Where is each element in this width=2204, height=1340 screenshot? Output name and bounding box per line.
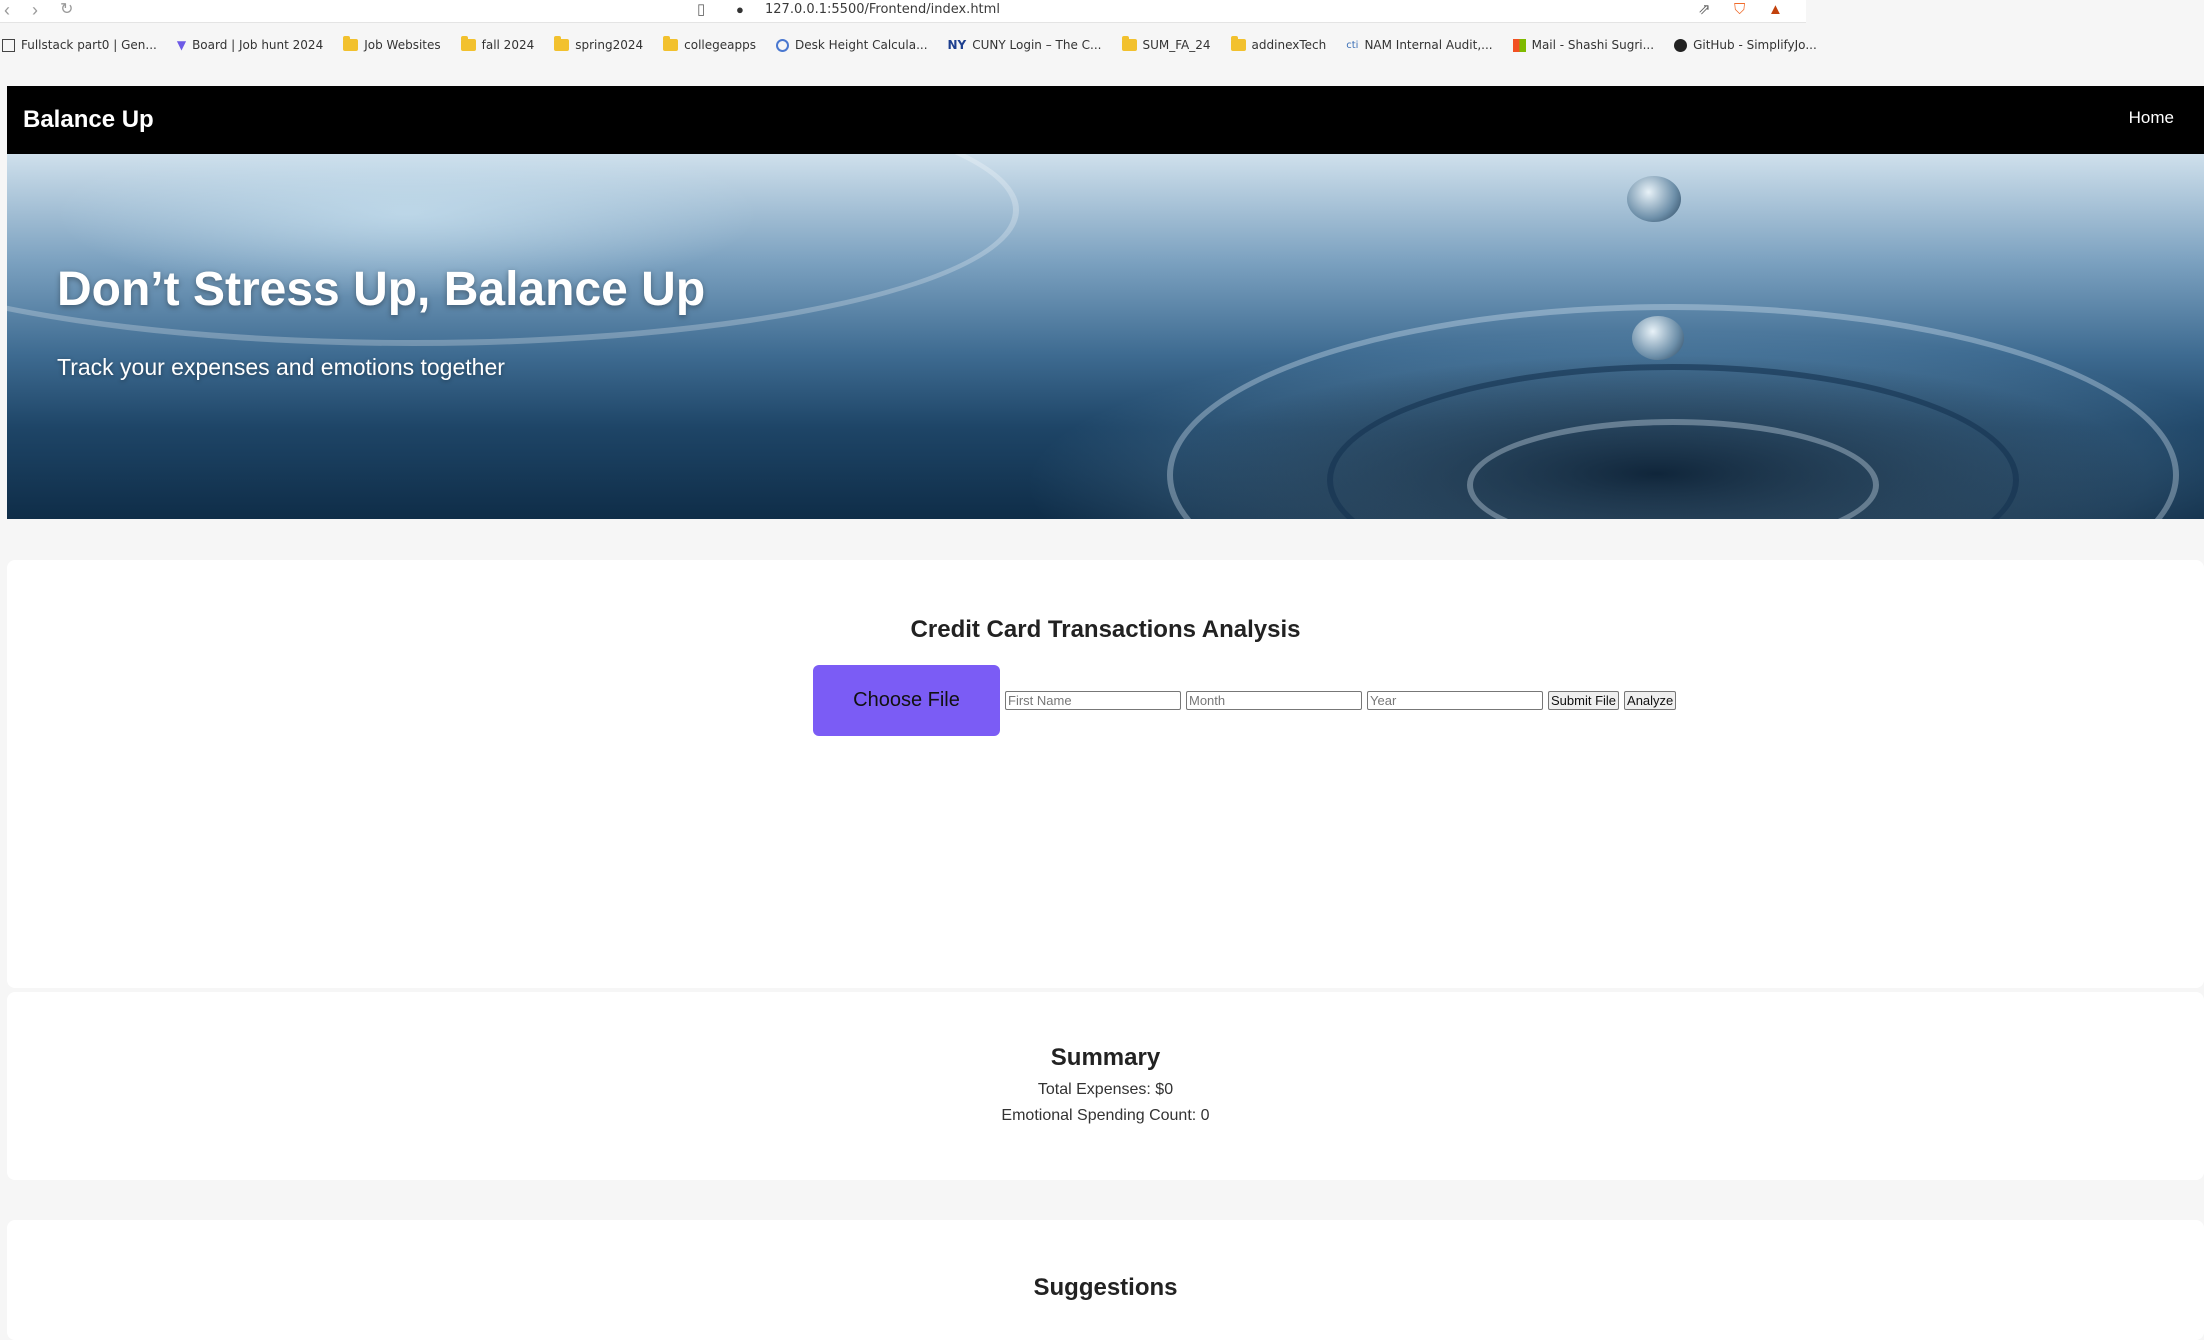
github-icon (1674, 38, 1688, 52)
total-expenses-text: Total Expenses: $0 (1037, 1081, 1174, 1098)
bookmark-item[interactable]: cti NAM Internal Audit,... (1346, 38, 1492, 52)
hero-subtitle: Track your expenses and emotions togethe… (57, 354, 505, 380)
brave-shield-icon[interactable]: ⛉ (1734, 1, 1745, 19)
choose-file-button[interactable]: Choose File (813, 665, 1000, 736)
bookmark-item[interactable]: collegeapps (663, 36, 756, 52)
summary-card: Summary Total Expenses: $0 Emotional Spe… (7, 992, 2204, 1180)
bookmark-label: fall 2024 (481, 38, 535, 52)
suggestions-card: Suggestions (7, 1220, 2204, 1340)
bookmark-item[interactable]: GitHub - SimplifyJo... (1674, 38, 1817, 52)
bookmark-label: CUNY Login – The C... (972, 38, 1102, 52)
forward-icon[interactable]: › (32, 0, 38, 20)
bookmark-item[interactable]: ▼ Board | Job hunt 2024 (177, 38, 323, 52)
reload-icon[interactable]: ↻ (60, 0, 73, 20)
mail-icon (1512, 38, 1526, 52)
bookmark-label: Desk Height Calcula... (794, 38, 928, 52)
emotional-spending-text: Emotional Spending Count: 0 (1001, 1107, 1210, 1124)
bookmark-item[interactable]: fall 2024 (460, 36, 535, 52)
folder-icon (554, 36, 570, 51)
hero-banner: Don’t Stress Up, Balance Up Track your e… (7, 154, 2204, 519)
site-navbar: Balance Up Home (7, 86, 2204, 154)
bookmark-item[interactable]: Job Websites (343, 36, 441, 52)
cuny-icon: NY (947, 38, 967, 52)
bookmark-item[interactable]: Mail - Shashi Sugri... (1512, 38, 1655, 52)
bookmark-item[interactable]: spring2024 (554, 36, 644, 52)
water-drop (1627, 176, 1681, 222)
bookmark-item[interactable]: Desk Height Calcula... (775, 38, 928, 52)
desk-icon (775, 38, 789, 52)
analysis-card: Credit Card Transactions Analysis Choose… (7, 560, 2204, 988)
analysis-title: Credit Card Transactions Analysis (910, 616, 1301, 643)
bookmark-label: SUM_FA_24 (1142, 38, 1211, 52)
bookmark-label: NAM Internal Audit,... (1364, 38, 1493, 52)
upload-form: Choose File Submit File Analyze (813, 665, 1681, 736)
bookmark-item[interactable]: NY CUNY Login – The C... (948, 38, 1102, 52)
folder-icon (1230, 36, 1246, 51)
back-icon[interactable]: ‹ (4, 0, 10, 20)
page-icon (2, 38, 15, 52)
bookmark-label: Job Websites (364, 38, 441, 52)
suggestions-title: Suggestions (1033, 1274, 1178, 1301)
bookmarks-bar: Fullstack part0 | Gen... ▼ Board | Job h… (0, 33, 2204, 57)
site-info-icon[interactable]: ● (736, 1, 744, 19)
folder-icon (1121, 36, 1137, 51)
bookmark-page-icon[interactable]: ▯ (697, 1, 705, 19)
bookmark-label: spring2024 (575, 38, 644, 52)
submit-file-button[interactable]: Submit File (1548, 691, 1620, 710)
folder-icon (663, 36, 679, 51)
browser-address-bar: ‹ › ↻ ▯ ● 127.0.0.1:5500/Frontend/index.… (0, 0, 1806, 23)
bookmark-label: Board | Job hunt 2024 (192, 38, 324, 52)
bookmark-label: Mail - Shashi Sugri... (1531, 38, 1655, 52)
bookmark-label: collegeapps (684, 38, 756, 52)
first-name-input[interactable] (1005, 691, 1181, 710)
summary-title: Summary (1050, 1044, 1161, 1071)
water-drop (1632, 316, 1684, 360)
bookmark-label: GitHub - SimplifyJo... (1693, 38, 1817, 52)
brand-logo[interactable]: Balance Up (23, 106, 154, 134)
folder-icon (343, 36, 359, 51)
nav-home-link[interactable]: Home (2129, 108, 2174, 128)
bookmark-label: Fullstack part0 | Gen... (21, 38, 157, 52)
bookmark-item[interactable]: Fullstack part0 | Gen... (2, 38, 157, 52)
audit-icon: cti (1346, 39, 1359, 51)
bookmark-label: addinexTech (1251, 38, 1327, 52)
url-text[interactable]: 127.0.0.1:5500/Frontend/index.html (765, 2, 1000, 17)
water-ripple (7, 154, 1019, 346)
share-icon[interactable]: ⇗ (1698, 1, 1711, 19)
bookmark-item[interactable]: addinexTech (1230, 36, 1327, 52)
year-input[interactable] (1367, 691, 1543, 710)
analyze-button[interactable]: Analyze (1624, 691, 1677, 710)
folder-icon (460, 36, 476, 51)
board-icon: ▼ (176, 38, 187, 52)
bookmark-item[interactable]: SUM_FA_24 (1121, 36, 1211, 52)
month-input[interactable] (1186, 691, 1362, 710)
rewards-icon[interactable]: ▲ (1768, 1, 1783, 19)
hero-title: Don’t Stress Up, Balance Up (57, 263, 706, 316)
